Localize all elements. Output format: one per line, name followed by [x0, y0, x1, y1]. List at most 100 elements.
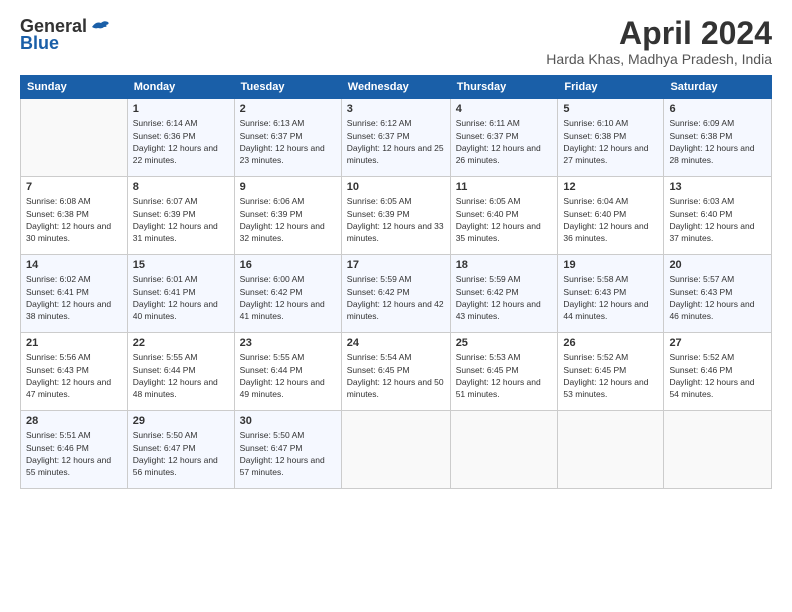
table-cell: [21, 99, 128, 177]
table-cell: [450, 411, 558, 489]
day-info: Sunrise: 6:08 AMSunset: 6:38 PMDaylight:…: [26, 195, 122, 244]
day-info: Sunrise: 6:05 AMSunset: 6:39 PMDaylight:…: [347, 195, 445, 244]
table-cell: 2 Sunrise: 6:13 AMSunset: 6:37 PMDaylight…: [234, 99, 341, 177]
table-cell: 4 Sunrise: 6:11 AMSunset: 6:37 PMDaylight…: [450, 99, 558, 177]
day-number: 23: [240, 337, 336, 349]
table-cell: 14 Sunrise: 6:02 AMSunset: 6:41 PMDayligh…: [21, 255, 128, 333]
day-info: Sunrise: 5:59 AMSunset: 6:42 PMDaylight:…: [456, 273, 553, 322]
table-cell: 23 Sunrise: 5:55 AMSunset: 6:44 PMDayligh…: [234, 333, 341, 411]
day-number: 2: [240, 103, 336, 115]
calendar-week-row: 28 Sunrise: 5:51 AMSunset: 6:46 PMDayligh…: [21, 411, 772, 489]
day-info: Sunrise: 6:14 AMSunset: 6:36 PMDaylight:…: [133, 117, 229, 166]
col-sunday: Sunday: [21, 76, 128, 99]
day-number: 24: [347, 337, 445, 349]
day-info: Sunrise: 5:54 AMSunset: 6:45 PMDaylight:…: [347, 351, 445, 400]
day-number: 7: [26, 181, 122, 193]
table-cell: 5 Sunrise: 6:10 AMSunset: 6:38 PMDaylight…: [558, 99, 664, 177]
table-cell: 13 Sunrise: 6:03 AMSunset: 6:40 PMDayligh…: [664, 177, 772, 255]
calendar-week-row: 21 Sunrise: 5:56 AMSunset: 6:43 PMDayligh…: [21, 333, 772, 411]
day-info: Sunrise: 5:50 AMSunset: 6:47 PMDaylight:…: [133, 429, 229, 478]
col-friday: Friday: [558, 76, 664, 99]
table-cell: 8 Sunrise: 6:07 AMSunset: 6:39 PMDaylight…: [127, 177, 234, 255]
table-cell: 11Sunrise: 6:05 AMSunset: 6:40 PMDayligh…: [450, 177, 558, 255]
table-cell: 30 Sunrise: 5:50 AMSunset: 6:47 PMDayligh…: [234, 411, 341, 489]
day-number: 21: [26, 337, 122, 349]
table-cell: 17 Sunrise: 5:59 AMSunset: 6:42 PMDayligh…: [341, 255, 450, 333]
table-cell: 28 Sunrise: 5:51 AMSunset: 6:46 PMDayligh…: [21, 411, 128, 489]
day-info: Sunrise: 6:03 AMSunset: 6:40 PMDaylight:…: [669, 195, 766, 244]
table-cell: 15 Sunrise: 6:01 AMSunset: 6:41 PMDayligh…: [127, 255, 234, 333]
day-number: 30: [240, 415, 336, 427]
table-cell: 19 Sunrise: 5:58 AMSunset: 6:43 PMDayligh…: [558, 255, 664, 333]
day-number: 10: [347, 181, 445, 193]
day-number: 28: [26, 415, 122, 427]
day-number: 4: [456, 103, 553, 115]
table-cell: 21 Sunrise: 5:56 AMSunset: 6:43 PMDayligh…: [21, 333, 128, 411]
logo-blue-text: Blue: [20, 33, 59, 54]
col-wednesday: Wednesday: [341, 76, 450, 99]
logo: General Blue: [20, 16, 112, 54]
day-info: Sunrise: 6:11 AMSunset: 6:37 PMDaylight:…: [456, 117, 553, 166]
day-number: 15: [133, 259, 229, 271]
day-number: 25: [456, 337, 553, 349]
day-info: Sunrise: 5:56 AMSunset: 6:43 PMDaylight:…: [26, 351, 122, 400]
day-number: 17: [347, 259, 445, 271]
day-number: 20: [669, 259, 766, 271]
day-number: 12: [563, 181, 658, 193]
page-header: General Blue April 2024 Harda Khas, Madh…: [20, 16, 772, 67]
day-number: 29: [133, 415, 229, 427]
day-info: Sunrise: 6:02 AMSunset: 6:41 PMDaylight:…: [26, 273, 122, 322]
col-saturday: Saturday: [664, 76, 772, 99]
day-info: Sunrise: 6:01 AMSunset: 6:41 PMDaylight:…: [133, 273, 229, 322]
calendar-header-row: Sunday Monday Tuesday Wednesday Thursday…: [21, 76, 772, 99]
day-number: 8: [133, 181, 229, 193]
table-cell: 24 Sunrise: 5:54 AMSunset: 6:45 PMDayligh…: [341, 333, 450, 411]
table-cell: 26 Sunrise: 5:52 AMSunset: 6:45 PMDayligh…: [558, 333, 664, 411]
table-cell: 7 Sunrise: 6:08 AMSunset: 6:38 PMDaylight…: [21, 177, 128, 255]
day-info: Sunrise: 6:10 AMSunset: 6:38 PMDaylight:…: [563, 117, 658, 166]
day-info: Sunrise: 6:00 AMSunset: 6:42 PMDaylight:…: [240, 273, 336, 322]
day-info: Sunrise: 6:04 AMSunset: 6:40 PMDaylight:…: [563, 195, 658, 244]
calendar-week-row: 1Sunrise: 6:14 AMSunset: 6:36 PMDaylight…: [21, 99, 772, 177]
table-cell: 25 Sunrise: 5:53 AMSunset: 6:45 PMDayligh…: [450, 333, 558, 411]
day-info: Sunrise: 5:55 AMSunset: 6:44 PMDaylight:…: [240, 351, 336, 400]
day-info: Sunrise: 6:13 AMSunset: 6:37 PMDaylight:…: [240, 117, 336, 166]
col-tuesday: Tuesday: [234, 76, 341, 99]
right-header: April 2024 Harda Khas, Madhya Pradesh, I…: [546, 16, 772, 67]
table-cell: [664, 411, 772, 489]
table-cell: 10 Sunrise: 6:05 AMSunset: 6:39 PMDayligh…: [341, 177, 450, 255]
table-cell: 6 Sunrise: 6:09 AMSunset: 6:38 PMDaylight…: [664, 99, 772, 177]
table-cell: [558, 411, 664, 489]
table-cell: 16Sunrise: 6:00 AMSunset: 6:42 PMDayligh…: [234, 255, 341, 333]
day-number: 5: [563, 103, 658, 115]
calendar-week-row: 14 Sunrise: 6:02 AMSunset: 6:41 PMDayligh…: [21, 255, 772, 333]
day-info: Sunrise: 5:51 AMSunset: 6:46 PMDaylight:…: [26, 429, 122, 478]
col-thursday: Thursday: [450, 76, 558, 99]
day-info: Sunrise: 5:59 AMSunset: 6:42 PMDaylight:…: [347, 273, 445, 322]
table-cell: 3 Sunrise: 6:12 AMSunset: 6:37 PMDaylight…: [341, 99, 450, 177]
day-number: 19: [563, 259, 658, 271]
day-number: 6: [669, 103, 766, 115]
table-cell: 18 Sunrise: 5:59 AMSunset: 6:42 PMDayligh…: [450, 255, 558, 333]
table-cell: 27Sunrise: 5:52 AMSunset: 6:46 PMDayligh…: [664, 333, 772, 411]
day-info: Sunrise: 5:55 AMSunset: 6:44 PMDaylight:…: [133, 351, 229, 400]
day-info: Sunrise: 6:12 AMSunset: 6:37 PMDaylight:…: [347, 117, 445, 166]
day-info: Sunrise: 5:58 AMSunset: 6:43 PMDaylight:…: [563, 273, 658, 322]
day-number: 13: [669, 181, 766, 193]
calendar-table: Sunday Monday Tuesday Wednesday Thursday…: [20, 75, 772, 489]
location: Harda Khas, Madhya Pradesh, India: [546, 51, 772, 67]
day-number: 18: [456, 259, 553, 271]
day-info: Sunrise: 6:06 AMSunset: 6:39 PMDaylight:…: [240, 195, 336, 244]
table-cell: [341, 411, 450, 489]
table-cell: 1Sunrise: 6:14 AMSunset: 6:36 PMDaylight…: [127, 99, 234, 177]
day-info: Sunrise: 5:52 AMSunset: 6:45 PMDaylight:…: [563, 351, 658, 400]
day-number: 26: [563, 337, 658, 349]
day-info: Sunrise: 5:50 AMSunset: 6:47 PMDaylight:…: [240, 429, 336, 478]
day-number: 3: [347, 103, 445, 115]
day-info: Sunrise: 5:53 AMSunset: 6:45 PMDaylight:…: [456, 351, 553, 400]
day-number: 14: [26, 259, 122, 271]
day-info: Sunrise: 6:07 AMSunset: 6:39 PMDaylight:…: [133, 195, 229, 244]
page-container: General Blue April 2024 Harda Khas, Madh…: [0, 0, 792, 612]
table-cell: 22Sunrise: 5:55 AMSunset: 6:44 PMDayligh…: [127, 333, 234, 411]
day-info: Sunrise: 6:09 AMSunset: 6:38 PMDaylight:…: [669, 117, 766, 166]
